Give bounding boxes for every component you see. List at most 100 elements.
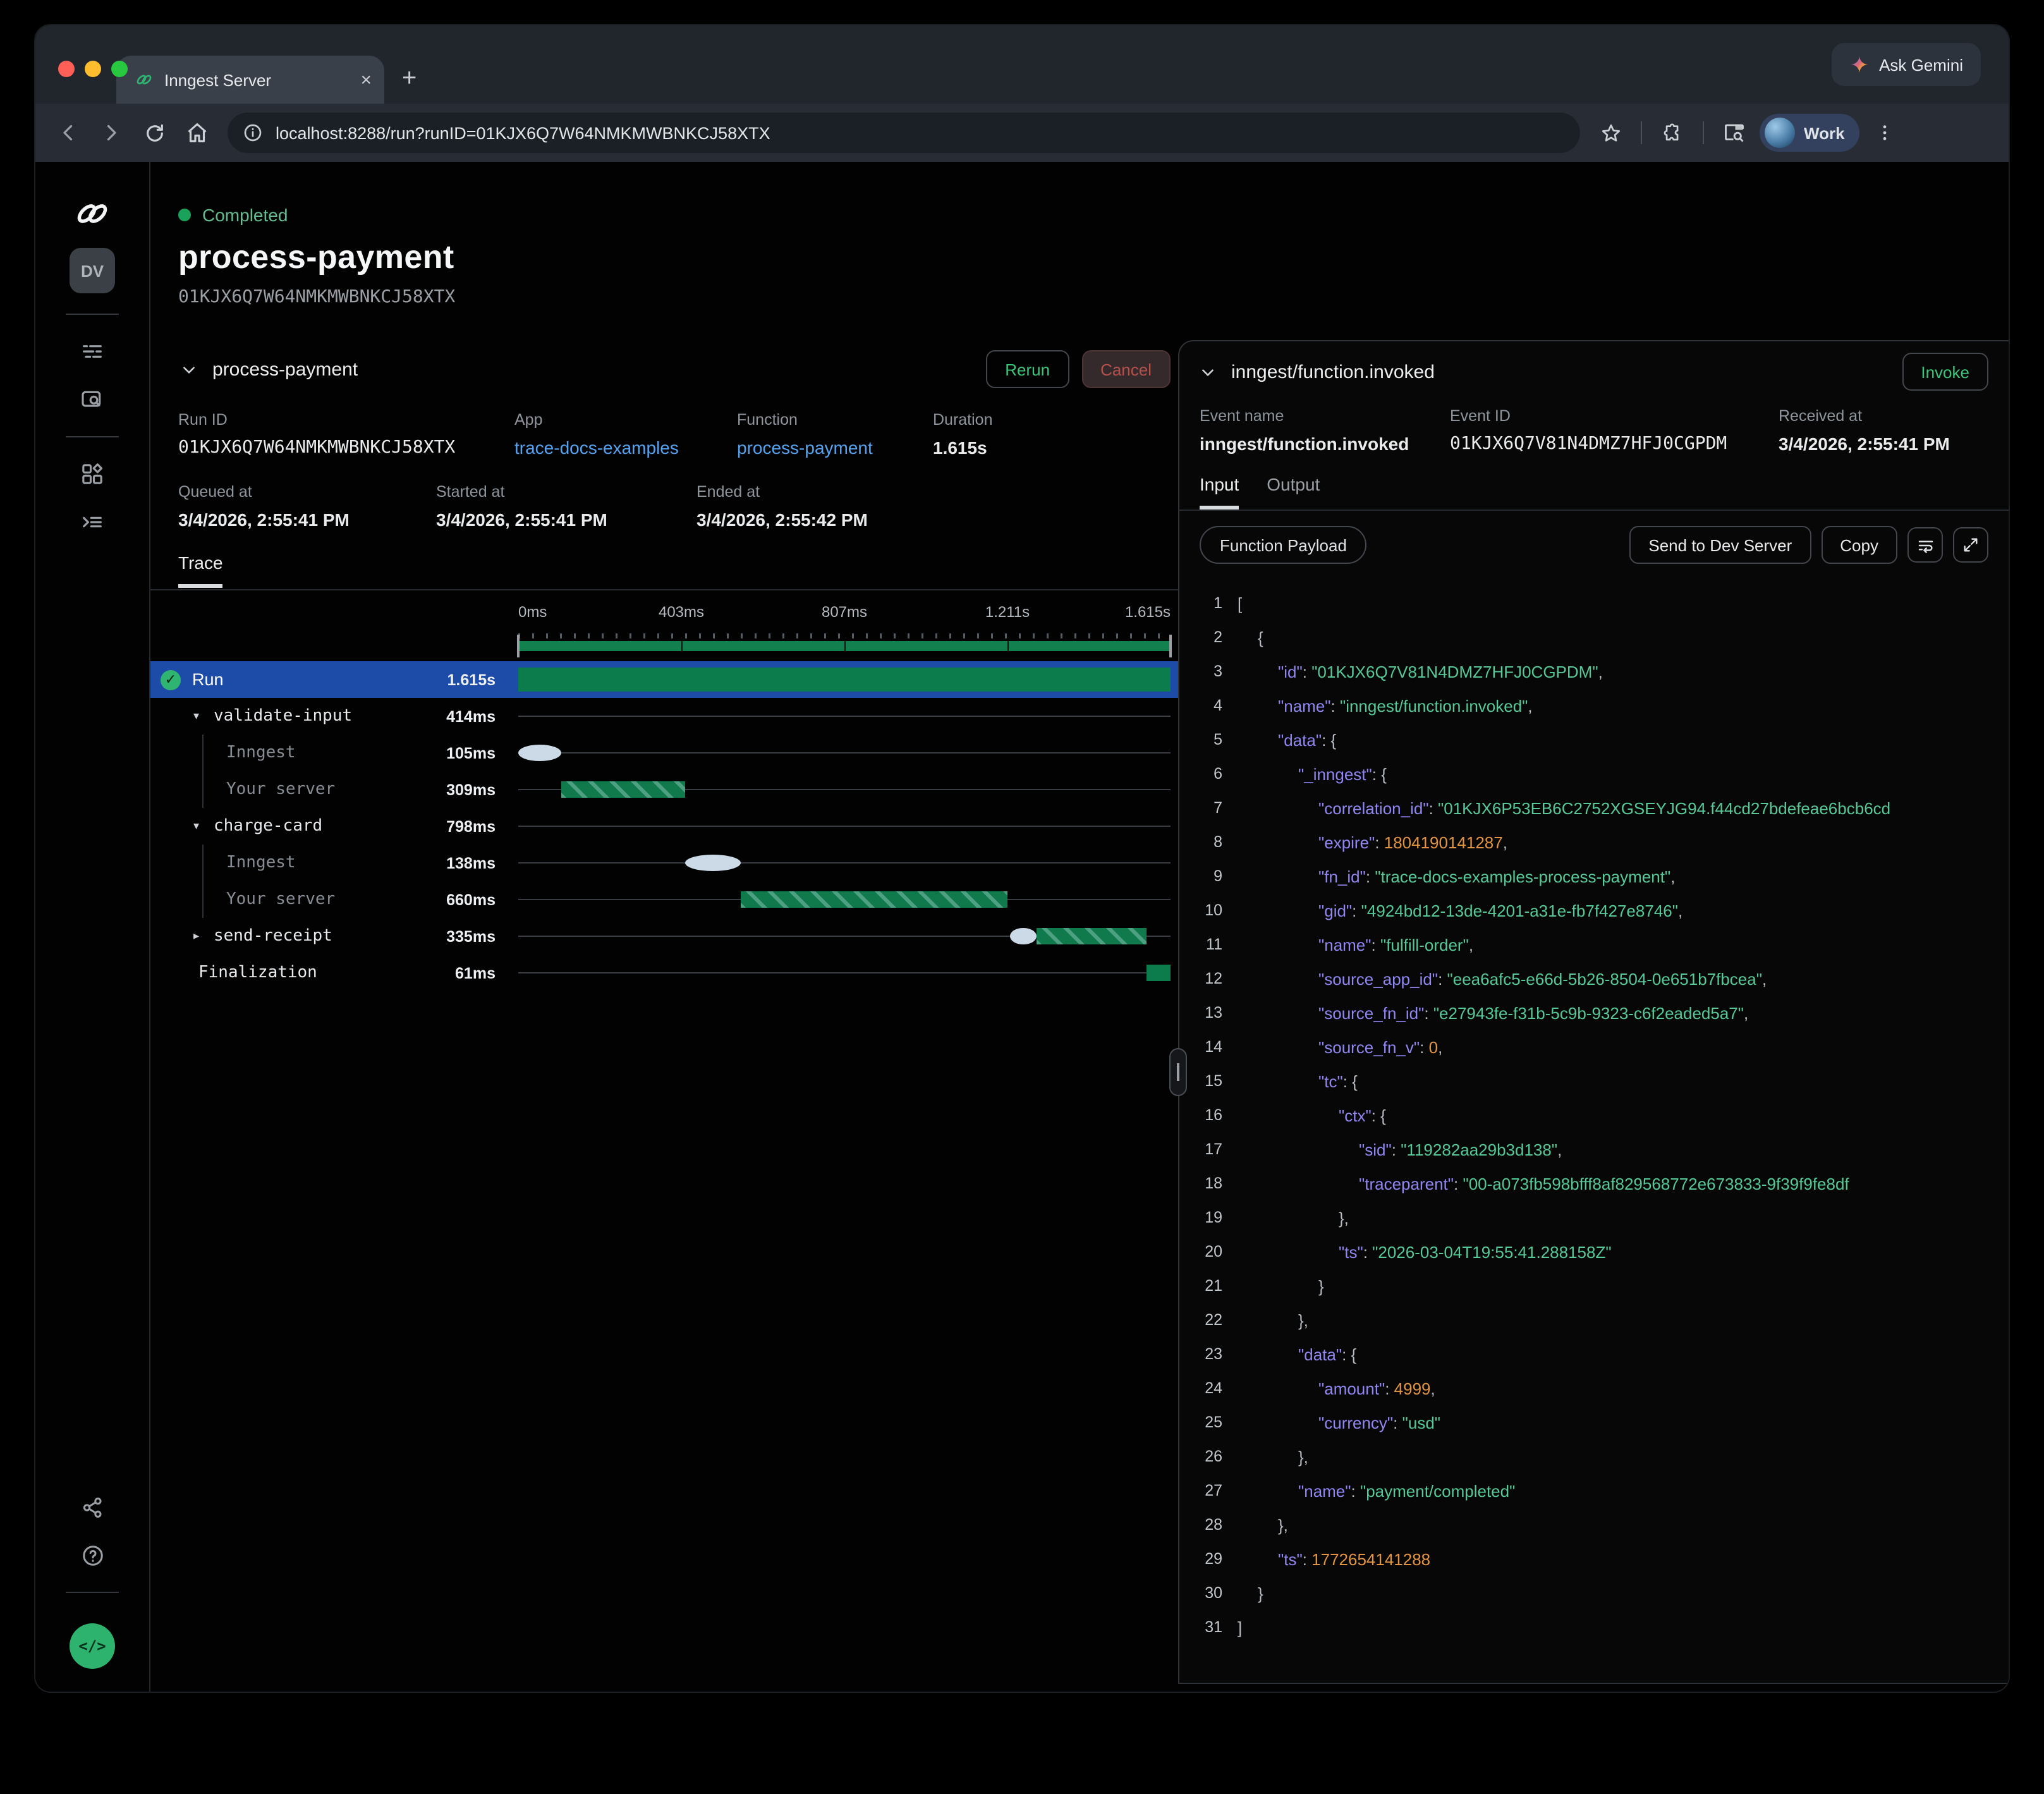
- trace-row-run[interactable]: ✓Run1.615s: [150, 661, 1178, 698]
- code-line: 7"correlation_id": "01KJX6P53EB6C2752XGS…: [1192, 791, 2009, 826]
- axis-tick: 403ms: [659, 603, 704, 621]
- trace-row-chart: [518, 881, 1171, 918]
- line-number: 1: [1192, 587, 1222, 621]
- trace-row-send-receipt[interactable]: ▸send-receipt335ms: [150, 918, 1178, 955]
- avatar: [1765, 118, 1795, 148]
- search-events-icon[interactable]: [67, 375, 118, 424]
- span-bar[interactable]: [1011, 928, 1037, 944]
- field-app: App trace-docs-examples: [514, 411, 737, 458]
- payload-json-viewer[interactable]: 1[2{3"id": "01KJX6Q7V81N4DMZ7HFJ0CGPDM",…: [1179, 579, 2009, 1683]
- inngest-logo-icon[interactable]: [67, 190, 118, 238]
- line-number: 28: [1192, 1508, 1222, 1542]
- share-icon[interactable]: [67, 1483, 118, 1531]
- code-line: 15"tc": {: [1192, 1065, 2009, 1099]
- workspace-badge[interactable]: DV: [70, 248, 115, 293]
- expand-icon[interactable]: [1953, 527, 1988, 563]
- trace-row-label: Finalization: [198, 963, 317, 982]
- field-value: 3/4/2026, 2:55:42 PM: [697, 510, 1178, 530]
- back-button[interactable]: [51, 115, 86, 150]
- code-line: 25"currency": "usd": [1192, 1406, 2009, 1440]
- indent-guide: [202, 735, 204, 771]
- toolbar-separator: [1641, 121, 1642, 144]
- terminal-icon[interactable]: [67, 498, 118, 546]
- reload-button[interactable]: [137, 115, 172, 150]
- minimize-window-button[interactable]: [85, 61, 101, 77]
- code-line: 19},: [1192, 1201, 2009, 1235]
- dev-tools-button[interactable]: </>: [70, 1623, 115, 1669]
- timeline-minimap[interactable]: [518, 641, 1171, 651]
- new-tab-button[interactable]: +: [402, 64, 417, 94]
- code-line: 29"ts": 1772654141288: [1192, 1542, 2009, 1577]
- trace-row-validate-input[interactable]: ▾validate-input414ms: [150, 698, 1178, 735]
- field-label: Duration: [933, 411, 1178, 429]
- trace-row-label: Your server: [226, 890, 335, 909]
- trace-row-your-server[interactable]: Your server309ms: [150, 771, 1178, 808]
- trace-row-label: Inngest: [226, 853, 296, 872]
- chevron-down-icon[interactable]: ▾: [193, 709, 214, 723]
- axis-tick: 1.211s: [985, 603, 1030, 621]
- cancel-button[interactable]: Cancel: [1081, 350, 1171, 388]
- span-bar[interactable]: [561, 781, 685, 798]
- gemini-sparkle-icon: [1849, 54, 1869, 75]
- url-text[interactable]: localhost:8288/run?runID=01KJX6Q7W64NMKM…: [276, 123, 770, 142]
- trace-row-your-server[interactable]: Your server660ms: [150, 881, 1178, 918]
- span-bar[interactable]: [741, 891, 1008, 908]
- field-value: inngest/function.invoked: [1200, 434, 1450, 454]
- trace-row-duration: 1.615s: [447, 671, 496, 688]
- event-section-title[interactable]: inngest/function.invoked: [1231, 361, 1435, 382]
- invoke-button[interactable]: Invoke: [1902, 353, 1988, 391]
- span-bar[interactable]: [518, 668, 1171, 692]
- span-bar[interactable]: [518, 745, 561, 761]
- browser-tab[interactable]: Inngest Server ×: [116, 56, 384, 104]
- tab-output[interactable]: Output: [1267, 474, 1320, 510]
- rerun-button[interactable]: Rerun: [986, 350, 1069, 388]
- line-number: 5: [1192, 723, 1222, 757]
- panel-resize-handle[interactable]: [1169, 1048, 1187, 1096]
- zoom-window-button[interactable]: [111, 61, 128, 77]
- span-bar[interactable]: [1037, 928, 1146, 944]
- extensions-icon[interactable]: [1655, 115, 1690, 150]
- browser-menu-icon[interactable]: [1868, 115, 1903, 150]
- runs-list-icon[interactable]: [67, 327, 118, 375]
- bookmark-star-icon[interactable]: [1593, 115, 1628, 150]
- chevron-down-icon[interactable]: [181, 361, 197, 377]
- home-button[interactable]: [179, 115, 215, 150]
- word-wrap-icon[interactable]: [1907, 527, 1943, 563]
- close-window-button[interactable]: [58, 61, 75, 77]
- trace-row-inngest[interactable]: Inngest138ms: [150, 845, 1178, 881]
- trace-row-finalization[interactable]: Finalization61ms: [150, 955, 1178, 991]
- trace-section-title[interactable]: process-payment: [212, 358, 358, 380]
- trace-row-charge-card[interactable]: ▾charge-card798ms: [150, 808, 1178, 845]
- url-bar[interactable]: localhost:8288/run?runID=01KJX6Q7W64NMKM…: [228, 113, 1580, 153]
- site-info-icon[interactable]: [243, 123, 263, 143]
- function-payload-pill[interactable]: Function Payload: [1200, 526, 1367, 564]
- reading-mode-icon[interactable]: [1717, 115, 1752, 150]
- chevron-right-icon[interactable]: ▸: [193, 929, 214, 943]
- tab-close-icon[interactable]: ×: [360, 70, 372, 89]
- code-line: 18"traceparent": "00-a073fb598bfff8af829…: [1192, 1167, 2009, 1201]
- app-link[interactable]: trace-docs-examples: [514, 437, 737, 458]
- send-to-dev-server-button[interactable]: Send to Dev Server: [1629, 526, 1811, 564]
- field-label: App: [514, 411, 737, 429]
- tab-input[interactable]: Input: [1200, 474, 1239, 510]
- function-link[interactable]: process-payment: [737, 437, 933, 458]
- ask-gemini-button[interactable]: Ask Gemini: [1831, 43, 1981, 86]
- tab-trace[interactable]: Trace: [178, 552, 223, 588]
- code-line: 14"source_fn_v": 0,: [1192, 1030, 2009, 1065]
- span-bar[interactable]: [1146, 965, 1171, 981]
- trace-row-label: validate-input: [214, 707, 352, 726]
- window-controls[interactable]: [58, 61, 128, 77]
- field-label: Queued at: [178, 483, 436, 501]
- chevron-down-icon[interactable]: [1200, 363, 1216, 380]
- copy-button[interactable]: Copy: [1821, 526, 1897, 564]
- code-line: 2{: [1192, 621, 2009, 655]
- span-bar[interactable]: [686, 855, 741, 871]
- apps-icon[interactable]: [67, 450, 118, 498]
- help-icon[interactable]: [67, 1531, 118, 1579]
- trace-row-inngest[interactable]: Inngest105ms: [150, 735, 1178, 771]
- chevron-down-icon[interactable]: ▾: [193, 819, 214, 833]
- line-number: 16: [1192, 1099, 1222, 1133]
- profile-chip[interactable]: Work: [1760, 114, 1860, 152]
- timeline-axis: 0ms403ms807ms1.211s1.615s: [518, 603, 1171, 628]
- forward-button[interactable]: [94, 115, 129, 150]
